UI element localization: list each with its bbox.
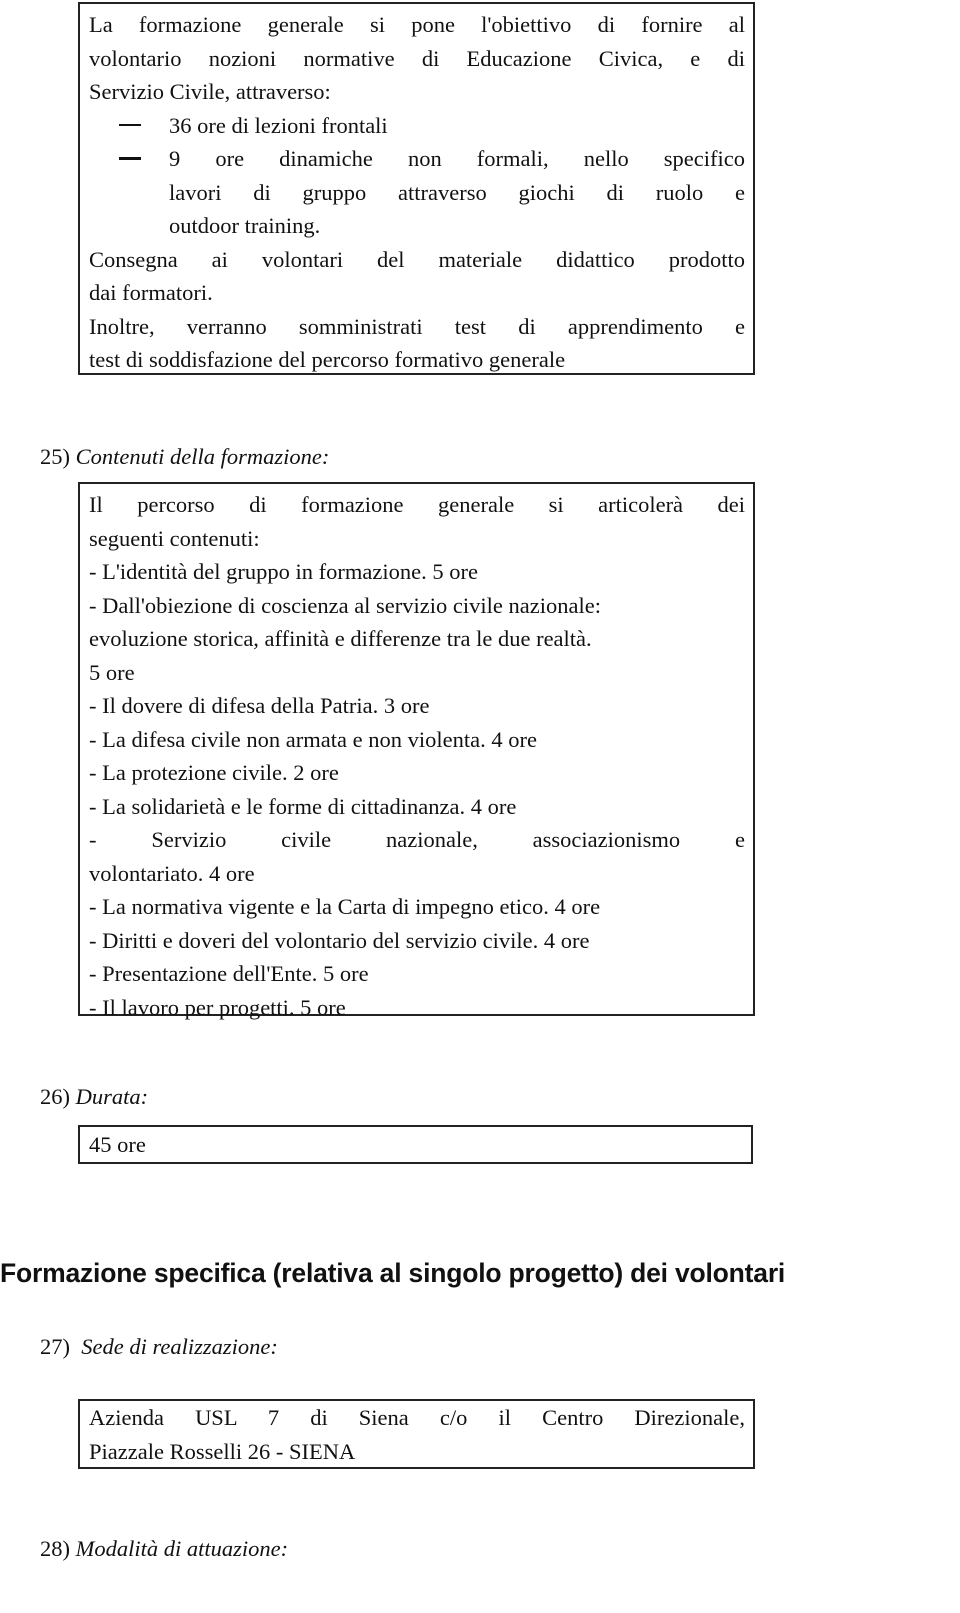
section-number: 28)	[40, 1536, 70, 1561]
box-line: - Dall'obiezione di coscienza al servizi…	[89, 592, 601, 618]
section-26-label: 26) Durata:	[40, 1084, 148, 1110]
box-line: - La solidarietà e le forme di cittadina…	[89, 793, 517, 819]
box-line: evoluzione storica, affinità e differenz…	[89, 626, 592, 651]
section-number: 26)	[40, 1084, 70, 1109]
box-line: Servizio Civile, attraverso:	[89, 79, 331, 104]
box-line: - Servizio civile nazionale, associazion…	[89, 827, 745, 852]
section-title: Sede di realizzazione:	[81, 1334, 278, 1359]
box-line: Azienda USL 7 di Siena c/o il Centro Dir…	[89, 1405, 745, 1430]
box-line: - La normativa vigente e la Carta di imp…	[89, 894, 601, 919]
box-line: La formazione generale si pone l'obietti…	[89, 12, 745, 37]
dash-bullet-icon	[119, 123, 141, 126]
location-box: Azienda USL 7 di Siena c/o il Centro Dir…	[78, 1399, 755, 1469]
bullet-item: 36 ore di lezioni frontali	[89, 109, 745, 143]
bullet-item: 9 ore dinamiche non formali, nello speci…	[89, 142, 745, 176]
duration-value: 45 ore	[89, 1132, 146, 1157]
dash-bullet-icon	[119, 157, 141, 160]
box-line: dai formatori.	[89, 280, 213, 305]
box-line: 5 ore	[89, 659, 135, 685]
general-training-box: La formazione generale si pone l'obietti…	[78, 2, 755, 375]
box-line: Consegna ai volontari del materiale dida…	[89, 246, 745, 272]
bullet-item-continuation: outdoor training.	[169, 213, 321, 238]
section-number: 25)	[40, 444, 70, 469]
box-line: - Il dovere di difesa della Patria. 3 or…	[89, 693, 430, 718]
box-line: seguenti contenuti:	[89, 525, 260, 551]
section-title: Modalità di attuazione:	[75, 1536, 289, 1561]
section-title: Durata:	[75, 1084, 149, 1109]
training-contents-box: Il percorso di formazione generale si ar…	[78, 482, 755, 1020]
box-line: - Presentazione dell'Ente. 5 ore	[89, 961, 369, 986]
box-line: Il percorso di formazione generale si ar…	[89, 492, 745, 517]
box-line: - La protezione civile. 2 ore	[89, 760, 339, 785]
box-line: volontariato. 4 ore	[89, 860, 255, 886]
bullet-item-continuation: lavori di gruppo attraverso giochi di ru…	[169, 179, 745, 205]
box-line: volontario nozioni normative di Educazio…	[89, 45, 745, 71]
specific-training-heading: Formazione specifica (relativa al singol…	[0, 1258, 786, 1288]
box-line: - La difesa civile non armata e non viol…	[89, 726, 537, 752]
section-title: Contenuti della formazione:	[75, 444, 330, 469]
section-number: 27)	[40, 1334, 70, 1359]
section-27-label: 27) Sede di realizzazione:	[40, 1334, 278, 1360]
section-28-label: 28) Modalità di attuazione:	[40, 1536, 288, 1562]
box-line: Piazzale Rosselli 26 - SIENA	[89, 1438, 356, 1464]
box-line: - L'identità del gruppo in formazione. 5…	[89, 559, 478, 584]
box-line: - Il lavoro per progetti. 5 ore	[89, 994, 346, 1020]
duration-box: 45 ore	[78, 1125, 753, 1164]
box-line: Inoltre, verranno somministrati test di …	[89, 313, 745, 339]
section-25-label: 25) Contenuti della formazione:	[40, 444, 329, 470]
box-line: - Diritti e doveri del volontario del se…	[89, 927, 590, 953]
box-line: test di soddisfazione del percorso forma…	[89, 347, 566, 372]
